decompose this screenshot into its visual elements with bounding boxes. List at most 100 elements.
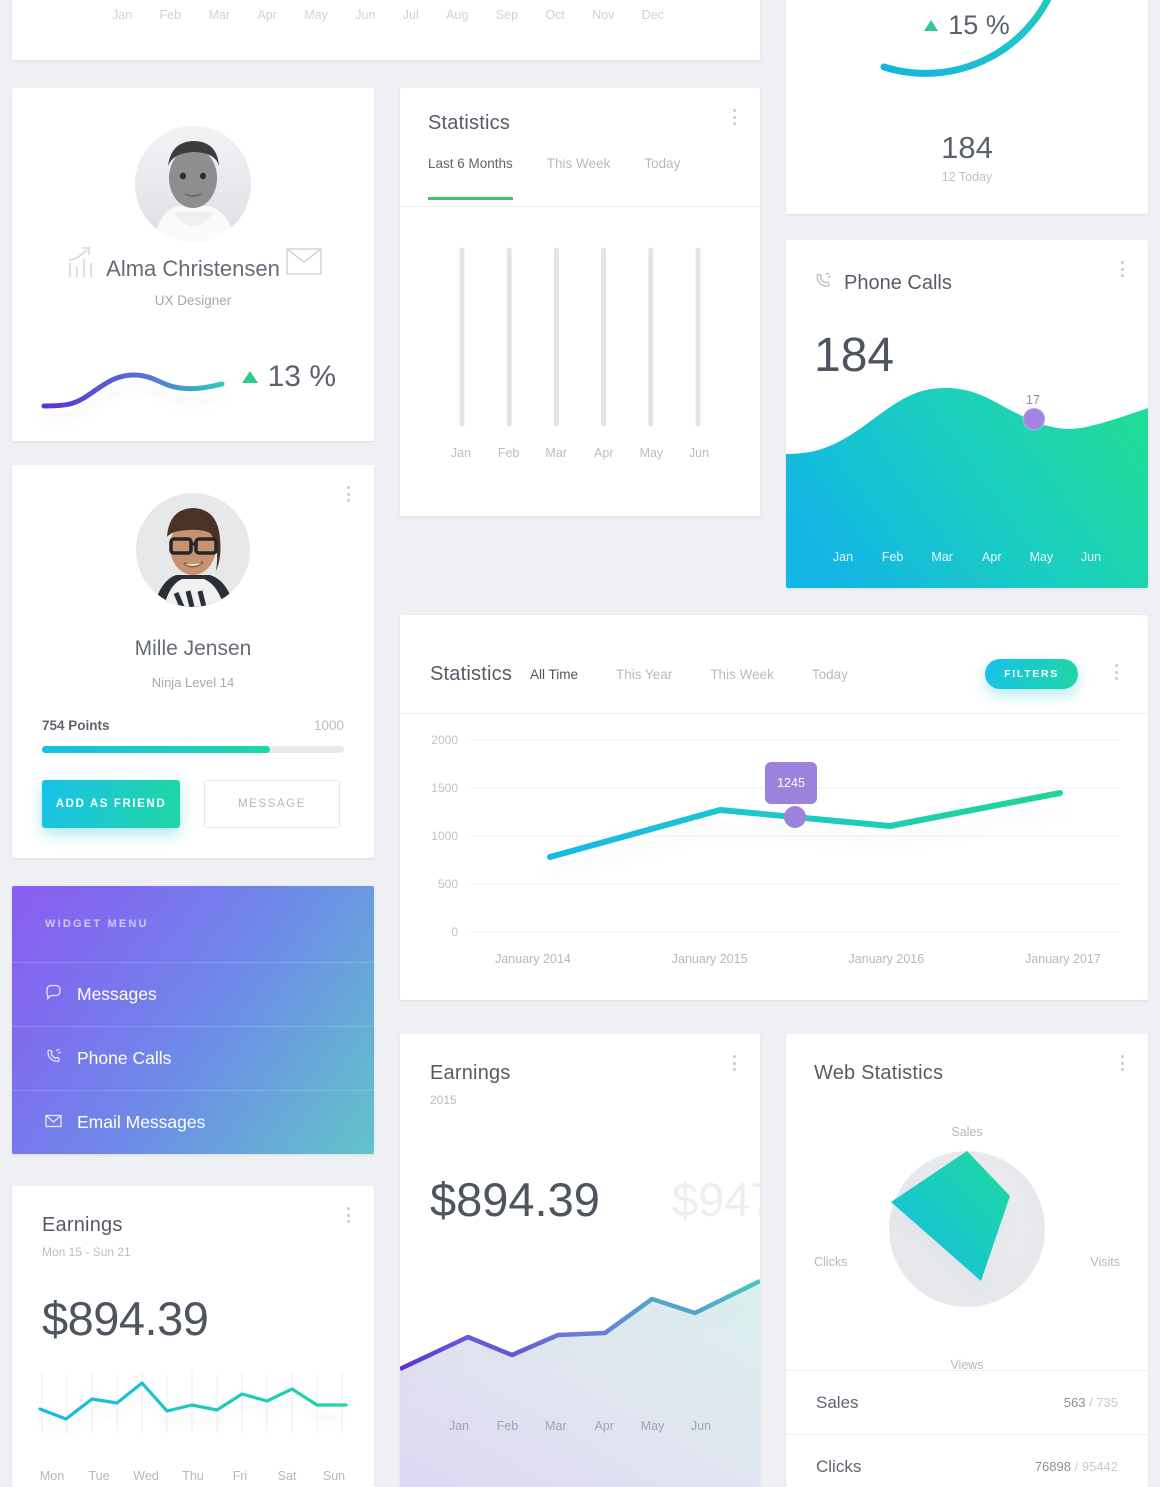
phone-calls-card: Phone Calls 184 17 Jan Feb Mar Apr May J…: [786, 240, 1148, 588]
top-months-axis: Jan Feb Mar Apr May Jun Jul Aug Sep Oct …: [12, 8, 760, 22]
phone-icon: [45, 1048, 62, 1070]
month-label: Jan: [448, 1419, 470, 1433]
month-label: May: [639, 446, 664, 460]
profile-trend: 13 %: [241, 360, 336, 394]
tab-this-year[interactable]: This Year: [616, 667, 672, 682]
statistics-line-chart: 2000 1500 1000 500 0: [431, 733, 1120, 939]
card-subtitle: Mon 15 - Sun 21: [42, 1245, 131, 1259]
profile-actions: ADD AS FRIEND MESSAGE: [42, 780, 344, 828]
envelope-icon: [45, 1112, 62, 1133]
earnings-week-amount: $894.39: [42, 1292, 209, 1345]
statistics-bars-card: Statistics Last 6 Months This Week Today…: [400, 88, 760, 516]
card-title: Phone Calls: [844, 272, 952, 294]
row-label: Sales: [816, 1392, 859, 1412]
avatar: [135, 126, 251, 242]
divider: [400, 206, 760, 207]
month-label: Apr: [594, 1419, 614, 1433]
earnings-week-chart: [38, 1371, 348, 1433]
avatar: [136, 493, 250, 607]
more-options-icon[interactable]: [726, 1052, 742, 1074]
web-statistics-rows: Sales 563 / 735 Clicks 76898 / 95442: [786, 1370, 1148, 1487]
month-label: Apr: [982, 550, 1002, 564]
statistics-line-card: Statistics All Time This Year This Week …: [400, 615, 1148, 1000]
points-progress-fill: [42, 746, 270, 753]
card-title: Statistics: [428, 112, 511, 134]
earnings-week-card: Earnings Mon 15 - Sun 21 $894.39 Mon Tue…: [12, 1186, 374, 1487]
month-label: Jun: [355, 8, 376, 22]
more-options-icon[interactable]: [726, 106, 742, 128]
earnings-year-axis: Jan Feb Mar Apr May Jun: [442, 1419, 718, 1433]
month-label: Mar: [931, 550, 953, 564]
profile-card-mille: Mille Jensen Ninja Level 14 754 Points 1…: [12, 465, 374, 858]
tab-this-week[interactable]: This Week: [547, 156, 611, 200]
month-label: Feb: [159, 8, 182, 22]
month-label: Mar: [208, 8, 230, 22]
more-options-icon[interactable]: [1108, 661, 1124, 683]
day-label: Mon: [39, 1469, 65, 1483]
tab-last-6-months[interactable]: Last 6 Months: [428, 156, 513, 200]
row-value: 76898 / 95442: [1035, 1459, 1118, 1474]
profile-name: Alma Christensen: [106, 256, 280, 281]
month-label: Nov: [592, 8, 615, 22]
month-label: Sep: [495, 8, 518, 22]
row-value-separator: /: [1074, 1459, 1082, 1474]
dashboard-page: Jan Feb Mar Apr May Jun Jul Aug Sep Oct …: [0, 0, 1160, 1487]
points-max: 1000: [313, 718, 344, 733]
row-value-current: 76898: [1034, 1459, 1071, 1474]
statistics-line-tooltip: 1245: [765, 762, 817, 804]
points-progress-track: [42, 746, 344, 753]
x-tick-label: January 2017: [1025, 952, 1101, 966]
month-label: Jul: [402, 8, 419, 22]
tab-today[interactable]: Today: [812, 667, 848, 682]
table-row[interactable]: Sales 563 / 735: [786, 1370, 1148, 1434]
points-current: 754 Points: [42, 718, 110, 733]
table-row[interactable]: Clicks 76898 / 95442: [786, 1434, 1148, 1487]
earnings-year-header: Earnings 2015: [430, 1062, 511, 1107]
filters-button[interactable]: FILTERS: [985, 659, 1078, 689]
month-label: Aug: [446, 8, 469, 22]
month-label: Feb: [881, 550, 904, 564]
row-value-max: 95442: [1081, 1459, 1118, 1474]
widget-menu-item-phone-calls[interactable]: Phone Calls: [12, 1026, 374, 1090]
profile-role: UX Designer: [154, 293, 232, 308]
card-title: Statistics: [430, 663, 513, 685]
gauge-card: 15 % 184 12 Today: [786, 0, 1148, 214]
month-label: Feb: [497, 446, 520, 460]
month-label: Jan: [832, 550, 854, 564]
more-options-icon[interactable]: [340, 483, 356, 505]
x-tick-label: January 2014: [495, 952, 571, 966]
gauge-trend: 15 %: [786, 10, 1148, 41]
web-statistics-card: Web Statistics Sales Visits Views Clicks…: [786, 1034, 1148, 1487]
tab-today[interactable]: Today: [644, 156, 680, 200]
row-value-max: 735: [1096, 1395, 1118, 1410]
svg-text:500: 500: [438, 877, 458, 891]
earnings-year-ghost-amount: $947: [672, 1173, 760, 1226]
x-tick-label: January 2015: [671, 952, 748, 966]
day-label: Fri: [232, 1469, 248, 1483]
widget-menu-item-messages[interactable]: Messages: [12, 962, 374, 1026]
widget-menu-item-email-messages[interactable]: Email Messages: [12, 1090, 374, 1154]
more-options-icon[interactable]: [1114, 258, 1130, 280]
row-label: Clicks: [816, 1456, 862, 1476]
message-button[interactable]: MESSAGE: [204, 780, 340, 828]
statistics-bars-chart: [459, 247, 701, 427]
add-as-friend-button[interactable]: ADD AS FRIEND: [42, 780, 180, 828]
card-title: Earnings: [430, 1062, 511, 1084]
phone-icon: [814, 272, 832, 295]
tab-this-week[interactable]: This Week: [710, 667, 774, 682]
phone-calls-axis: Jan Feb Mar Apr May Jun: [826, 550, 1108, 564]
month-label: Mar: [545, 1419, 567, 1433]
profile-card-alma: Alma Christensen UX Designer 13 %: [12, 88, 374, 441]
trend-up-icon: [241, 371, 258, 383]
month-label: Jun: [688, 446, 710, 460]
month-label: Apr: [257, 8, 277, 22]
tab-all-time[interactable]: All Time: [530, 667, 578, 682]
more-options-icon[interactable]: [340, 1204, 356, 1226]
svg-text:2000: 2000: [431, 733, 458, 747]
earnings-week-header: Earnings Mon 15 - Sun 21: [42, 1214, 131, 1259]
phone-calls-point-label: 17: [1026, 393, 1040, 407]
statistics-bars-axis: Jan Feb Mar Apr May Jun: [444, 446, 716, 460]
month-label: Jan: [112, 8, 133, 22]
svg-text:0: 0: [451, 925, 458, 939]
more-options-icon[interactable]: [1114, 1052, 1130, 1074]
